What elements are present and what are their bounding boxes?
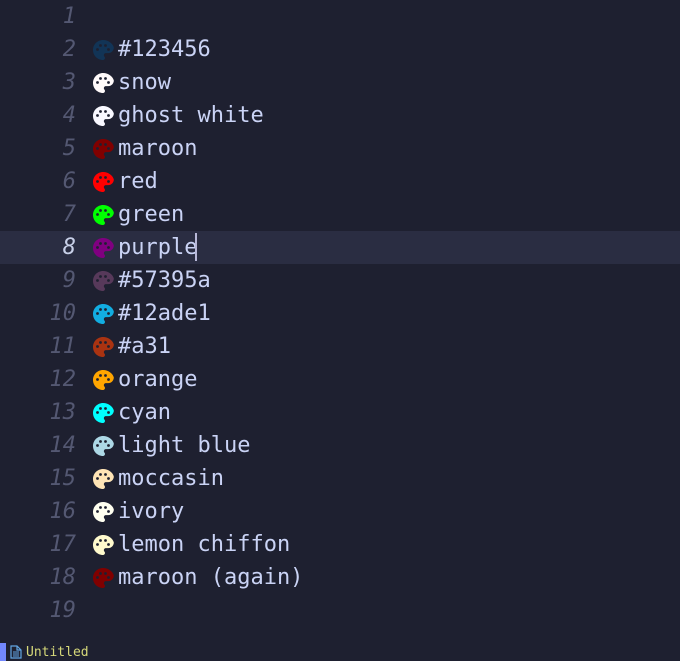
editor-line[interactable]: 13 cyan [0, 396, 680, 429]
palette-icon [90, 565, 116, 591]
line-text: #a31 [118, 334, 171, 359]
editor-line[interactable]: 1 [0, 0, 680, 33]
line-text: purple [118, 235, 197, 260]
editor-line[interactable]: 12 orange [0, 363, 680, 396]
palette-icon [90, 400, 116, 426]
text-cursor [195, 233, 197, 261]
line-number: 7 [0, 202, 90, 227]
palette-icon [90, 334, 116, 360]
palette-icon [90, 202, 116, 228]
editor-line[interactable]: 14 light blue [0, 429, 680, 462]
editor-line[interactable]: 15 moccasin [0, 462, 680, 495]
editor-line[interactable]: 5 maroon [0, 132, 680, 165]
code-editor[interactable]: 12 #1234563 snow4 ghost white5 maroon6 r… [0, 0, 680, 627]
line-number: 13 [0, 400, 90, 425]
line-number: 14 [0, 433, 90, 458]
editor-line[interactable]: 10 #12ade1 [0, 297, 680, 330]
editor-line[interactable]: 18 maroon (again) [0, 561, 680, 594]
line-content: #123456 [90, 37, 211, 63]
editor-line[interactable]: 11 #a31 [0, 330, 680, 363]
line-number: 18 [0, 565, 90, 590]
palette-icon [90, 268, 116, 294]
palette-icon [90, 532, 116, 558]
line-content: purple [90, 235, 197, 261]
editor-line[interactable]: 17 lemon chiffon [0, 528, 680, 561]
line-content: lemon chiffon [90, 532, 290, 558]
line-content: orange [90, 367, 197, 393]
line-number: 1 [0, 4, 90, 29]
line-text: lemon chiffon [118, 532, 290, 557]
palette-icon [90, 70, 116, 96]
line-text: maroon [118, 136, 197, 161]
line-content: maroon (again) [90, 565, 303, 591]
line-number: 11 [0, 334, 90, 359]
line-content: green [90, 202, 184, 228]
palette-icon [90, 433, 116, 459]
editor-line[interactable]: 6 red [0, 165, 680, 198]
line-text: red [118, 169, 158, 194]
editor-line[interactable]: 3 snow [0, 66, 680, 99]
line-text: green [118, 202, 184, 227]
palette-icon [90, 466, 116, 492]
editor-line[interactable]: 2 #123456 [0, 33, 680, 66]
line-number: 8 [0, 235, 90, 260]
line-number: 5 [0, 136, 90, 161]
palette-icon [90, 367, 116, 393]
line-text: ivory [118, 499, 184, 524]
line-content: moccasin [90, 466, 224, 492]
editor-line[interactable]: 4 ghost white [0, 99, 680, 132]
line-text: #123456 [118, 37, 211, 62]
palette-icon [90, 136, 116, 162]
palette-icon [90, 235, 116, 261]
status-marker [0, 643, 6, 661]
file-icon [10, 645, 22, 659]
line-content: #57395a [90, 268, 211, 294]
line-content: cyan [90, 400, 171, 426]
line-text: light blue [118, 433, 250, 458]
editor-line[interactable]: 7 green [0, 198, 680, 231]
line-text: snow [118, 70, 171, 95]
file-name: Untitled [26, 645, 89, 660]
line-text: orange [118, 367, 197, 392]
palette-icon [90, 37, 116, 63]
line-number: 19 [0, 598, 90, 623]
line-text: #12ade1 [118, 301, 211, 326]
line-content: #a31 [90, 334, 171, 360]
line-content: snow [90, 70, 171, 96]
line-text: cyan [118, 400, 171, 425]
line-number: 10 [0, 301, 90, 326]
line-number: 16 [0, 499, 90, 524]
line-text: maroon (again) [118, 565, 303, 590]
line-number: 17 [0, 532, 90, 557]
line-content: light blue [90, 433, 250, 459]
line-number: 12 [0, 367, 90, 392]
line-number: 9 [0, 268, 90, 293]
palette-icon [90, 103, 116, 129]
editor-line[interactable]: 19 [0, 594, 680, 627]
line-number: 2 [0, 37, 90, 62]
line-text: ghost white [118, 103, 264, 128]
palette-icon [90, 301, 116, 327]
line-number: 4 [0, 103, 90, 128]
editor-line[interactable]: 9 #57395a [0, 264, 680, 297]
line-content: ivory [90, 499, 184, 525]
status-bar: Untitled [0, 643, 680, 661]
line-text: #57395a [118, 268, 211, 293]
line-content: ghost white [90, 103, 264, 129]
line-number: 15 [0, 466, 90, 491]
palette-icon [90, 499, 116, 525]
line-number: 3 [0, 70, 90, 95]
line-content: red [90, 169, 158, 195]
line-text: moccasin [118, 466, 224, 491]
line-content: #12ade1 [90, 301, 211, 327]
line-content: maroon [90, 136, 197, 162]
line-number: 6 [0, 169, 90, 194]
palette-icon [90, 169, 116, 195]
editor-line[interactable]: 16 ivory [0, 495, 680, 528]
editor-line[interactable]: 8 purple [0, 231, 680, 264]
